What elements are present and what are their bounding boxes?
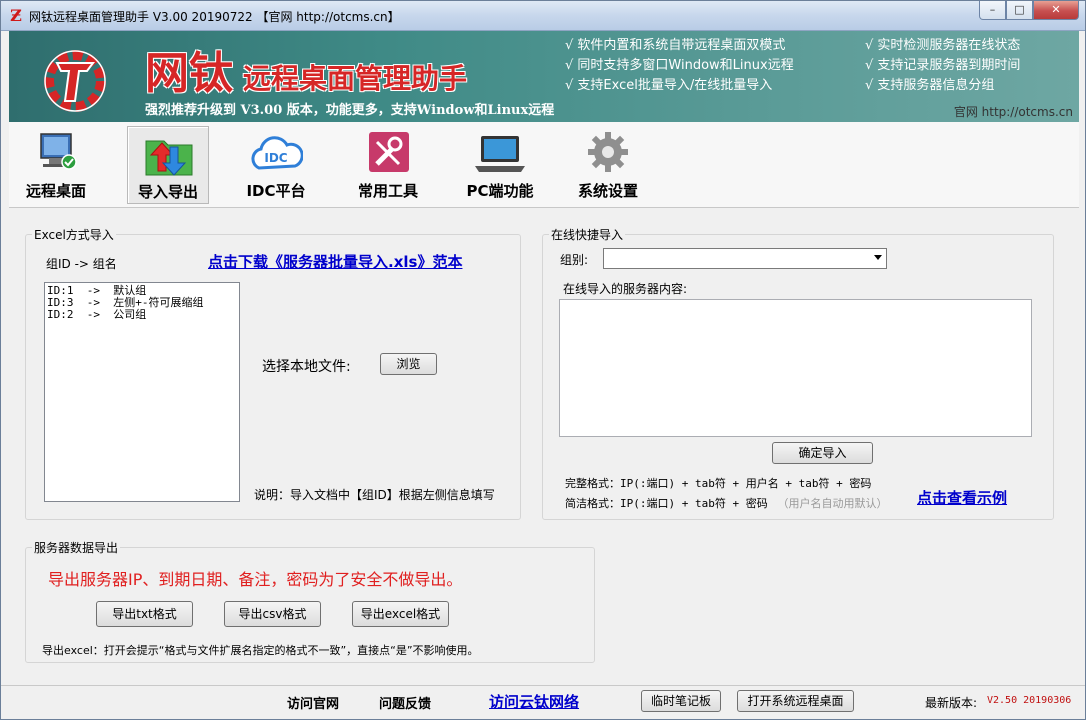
feature-item: √ 支持记录服务器到期时间: [865, 58, 1021, 73]
format-simple-hint: （用户名自动用默认）: [777, 497, 888, 510]
window-title: 网钛远程桌面管理助手 V3.00 20190722 【官网 http://otc…: [29, 10, 400, 24]
visit-site-link[interactable]: 访问官网: [287, 693, 339, 712]
chevron-down-icon: [874, 255, 882, 260]
server-content-textarea[interactable]: [559, 299, 1032, 437]
brand-title-small: 远程桌面管理助手: [243, 62, 468, 95]
excel-import-group: Excel方式导入 组ID -> 组名 点击下载《服务器批量导入.xls》范本 …: [25, 226, 521, 520]
tool-label: PC端功能: [466, 182, 534, 200]
window-controls: – □ ✕: [979, 1, 1079, 20]
status-bar: 访问官网 问题反馈 访问云钛网络 临时笔记板 打开系统远程桌面 最新版本: V2…: [1, 685, 1085, 719]
tool-idc-platform[interactable]: IDC IDC平台: [235, 126, 317, 204]
laptop-icon: [475, 136, 525, 172]
group-id-list[interactable]: ID:1 -> 默认组 ID:3 -> 左侧+-符可展缩组 ID:2 -> 公司…: [44, 282, 240, 502]
download-template-link[interactable]: 点击下载《服务器批量导入.xls》范本: [208, 251, 462, 272]
tool-label: 系统设置: [577, 182, 638, 200]
group-select-label: 组别:: [560, 253, 589, 267]
banner-subtitle: 强烈推荐升级到 V3.00 版本，功能更多，支持Window和Linux远程: [145, 103, 555, 118]
online-import-title: 在线快捷导入: [549, 226, 626, 243]
feature-list-left: √ 软件内置和系统自带远程桌面双模式 √ 同时支持多窗口Window和Linux…: [565, 36, 794, 96]
export-excel-button[interactable]: 导出excel格式: [352, 601, 449, 627]
feature-item: √ 实时检测服务器在线状态: [865, 38, 1021, 53]
format-simple-text: 简洁格式：IP(:端口) + tab符 + 密码: [565, 497, 768, 510]
latest-version-label: 最新版本:: [925, 696, 978, 710]
visit-cloud-link[interactable]: 访问云钛网络: [489, 691, 579, 712]
content-label: 在线导入的服务器内容:: [563, 282, 688, 296]
tool-pc-functions[interactable]: PC端功能: [459, 126, 541, 204]
feature-list-right: √ 实时检测服务器在线状态 √ 支持记录服务器到期时间 √ 支持服务器信息分组: [865, 36, 1020, 96]
app-window: Ƶ 网钛远程桌面管理助手 V3.00 20190722 【官网 http://o…: [0, 0, 1086, 720]
idc-cloud-icon: IDC: [251, 136, 303, 170]
feature-item: √ 软件内置和系统自带远程桌面双模式: [565, 38, 786, 53]
feature-item: √ 同时支持多窗口Window和Linux远程: [565, 58, 794, 73]
banner: 网钛 远程桌面管理助手 强烈推荐升级到 V3.00 版本，功能更多，支持Windo…: [9, 31, 1079, 122]
idc-text: IDC: [264, 151, 287, 165]
feedback-link[interactable]: 问题反馈: [379, 693, 431, 712]
main-toolbar: 远程桌面 导入导出 IDC IDC平台 常用工具 PC端功能 系统设置: [9, 122, 1079, 208]
choose-file-label: 选择本地文件:: [262, 359, 351, 375]
tool-import-export[interactable]: 导入导出: [127, 126, 209, 204]
browse-button[interactable]: 浏览: [380, 353, 437, 375]
view-example-link[interactable]: 点击查看示例: [917, 487, 1007, 508]
format-full-text: 完整格式：IP(:端口) + tab符 + 用户名 + tab符 + 密码: [565, 477, 872, 490]
online-import-group: 在线快捷导入 组别: 在线导入的服务器内容: 确定导入 完整格式：IP(:端口)…: [542, 226, 1054, 520]
tools-icon: [369, 132, 409, 172]
minimize-button[interactable]: –: [979, 1, 1006, 20]
export-group: 服务器数据导出 导出服务器IP、到期日期、备注，密码为了安全不做导出。 导出tx…: [25, 539, 595, 663]
tool-system-settings[interactable]: 系统设置: [567, 126, 649, 204]
brand-logo-icon: [44, 50, 106, 112]
export-txt-button[interactable]: 导出txt格式: [96, 601, 193, 627]
tool-label: 远程桌面: [25, 182, 86, 200]
open-rdp-button[interactable]: 打开系统远程桌面: [737, 690, 854, 712]
tool-label: 导入导出: [137, 183, 198, 201]
group-id-header: 组ID -> 组名: [46, 257, 117, 271]
notepad-button[interactable]: 临时笔记板: [641, 690, 721, 712]
excel-import-title: Excel方式导入: [32, 226, 116, 243]
export-note: 导出excel：打开会提示“格式与文件扩展名指定的格式不一致”，直接点“是”不影…: [42, 644, 479, 657]
feature-item: √ 支持服务器信息分组: [865, 78, 995, 93]
import-export-icon: [145, 140, 193, 176]
maximize-button[interactable]: □: [1006, 1, 1033, 20]
gear-icon: [588, 132, 628, 172]
confirm-import-button[interactable]: 确定导入: [772, 442, 873, 464]
latest-version-value: V2.50 20190306: [987, 695, 1072, 706]
remote-desktop-icon: [40, 133, 77, 170]
tool-remote-desktop[interactable]: 远程桌面: [15, 126, 97, 204]
app-logo-icon: Ƶ: [10, 6, 22, 25]
feature-item: √ 支持Excel批量导入/在线批量导入: [565, 78, 773, 93]
export-csv-button[interactable]: 导出csv格式: [224, 601, 321, 627]
official-site-text[interactable]: 官网 http://otcms.cn: [954, 103, 1073, 120]
import-note: 说明：导入文档中【组ID】根据左侧信息填写: [254, 488, 495, 502]
tool-label: IDC平台: [246, 182, 306, 200]
brand-title-big: 网钛: [145, 48, 233, 99]
tool-common-tools[interactable]: 常用工具: [347, 126, 429, 204]
brand-title: 网钛 远程桌面管理助手: [145, 37, 467, 101]
list-item[interactable]: ID:2 -> 公司组: [47, 309, 237, 321]
export-title: 服务器数据导出: [32, 539, 121, 556]
group-select[interactable]: [603, 248, 887, 269]
export-headline: 导出服务器IP、到期日期、备注，密码为了安全不做导出。: [48, 570, 463, 589]
title-bar[interactable]: Ƶ 网钛远程桌面管理助手 V3.00 20190722 【官网 http://o…: [1, 1, 1085, 31]
close-button[interactable]: ✕: [1033, 1, 1079, 20]
tool-label: 常用工具: [357, 182, 418, 200]
